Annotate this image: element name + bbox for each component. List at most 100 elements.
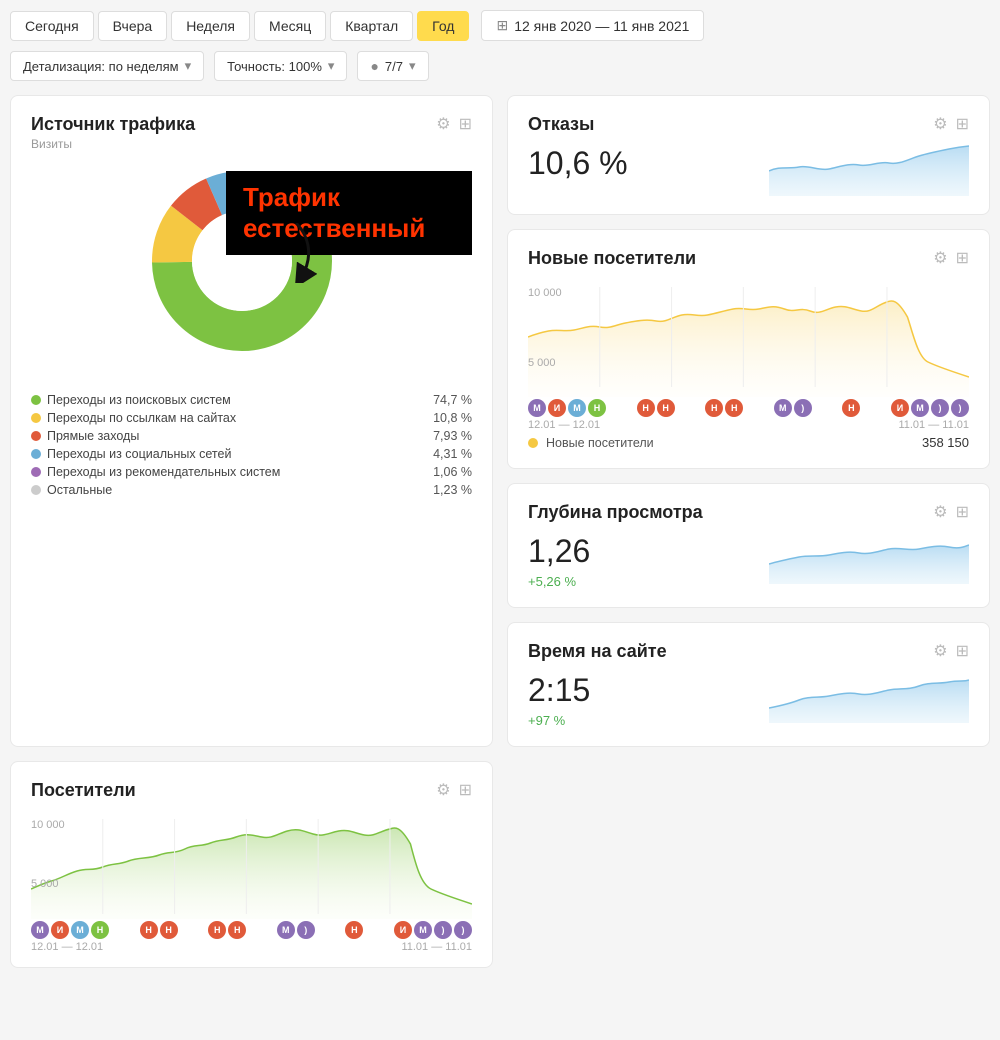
event-h3: Н	[705, 399, 723, 417]
event-m1: М	[528, 399, 546, 417]
v-event-h1: Н	[140, 921, 158, 939]
legend-dot-direct	[31, 431, 41, 441]
nav-week[interactable]: Неделя	[171, 11, 250, 41]
visitors-grid-icon[interactable]: ⊞	[459, 780, 472, 800]
traffic-title: Источник трафика	[31, 114, 195, 135]
nv-date-end: 11.01 — 11.01	[898, 419, 969, 431]
v-date-end: 11.01 — 11.01	[401, 941, 472, 953]
time-gear-icon[interactable]: ⚙	[933, 641, 947, 661]
legend-dot-other	[31, 485, 41, 495]
nv-date-labels: 12.01 — 12.01 11.01 — 11.01	[528, 419, 969, 431]
v-event-m5: М	[414, 921, 432, 939]
bounce-card-header: Отказы ⚙ ⊞	[528, 114, 969, 135]
nv-event-markers: М И М Н Н Н Н Н М )	[528, 399, 969, 417]
event-m4: )	[794, 399, 812, 417]
v-event-h4: Н	[228, 921, 246, 939]
v-y-mid: 5 000	[31, 878, 59, 890]
bounce-gear-icon[interactable]: ⚙	[933, 114, 947, 134]
segments-select[interactable]: ● 7/7 ▾	[357, 51, 428, 81]
visitors-card: Посетители ⚙ ⊞ 10 000 5 000	[10, 761, 493, 968]
nv-y-max: 10 000	[528, 287, 562, 299]
nav-quarter[interactable]: Квартал	[330, 11, 413, 41]
bounce-rate-card: Отказы ⚙ ⊞ 10,6 %	[507, 95, 990, 215]
legend-value-links: 10,8 %	[432, 411, 472, 425]
event-m2: М	[568, 399, 586, 417]
v-event-h5: Н	[345, 921, 363, 939]
legend-value-other: 1,23 %	[432, 483, 472, 497]
event-h4: Н	[725, 399, 743, 417]
visitors-gear-icon[interactable]: ⚙	[436, 780, 450, 800]
nv-date-start: 12.01 — 12.01	[528, 419, 600, 431]
nav-today[interactable]: Сегодня	[10, 11, 94, 41]
nv-legend-label: Новые посетители	[546, 436, 654, 450]
v-event-i2: И	[394, 921, 412, 939]
v-event-h3: Н	[208, 921, 226, 939]
legend-item-3: Переходы из социальных сетей 4,31 %	[31, 445, 472, 463]
depth-gear-icon[interactable]: ⚙	[933, 502, 947, 522]
legend-dot-recommend	[31, 467, 41, 477]
depth-grid-icon[interactable]: ⊞	[956, 502, 969, 522]
visitors-header: Посетители ⚙ ⊞	[31, 780, 472, 801]
new-visitors-chart	[528, 287, 969, 397]
new-visitors-footer: Новые посетители 358 150	[528, 435, 969, 450]
controls-row: Детализация: по неделям ▾ Точность: 100%…	[10, 51, 990, 81]
bounce-chart	[769, 141, 969, 196]
grid-icon[interactable]: ⊞	[459, 114, 472, 134]
new-visitors-title: Новые посетители	[528, 248, 696, 269]
depth-card: Глубина просмотра ⚙ ⊞ 1,26 +5,26 %	[507, 483, 990, 608]
depth-title: Глубина просмотра	[528, 502, 703, 523]
annotation-container: Трафик естественный	[226, 171, 472, 255]
v-event-m1: М	[31, 921, 49, 939]
bounce-title: Отказы	[528, 114, 594, 135]
v-event-m4: )	[297, 921, 315, 939]
legend-value-recommend: 1,06 %	[432, 465, 472, 479]
detail-select[interactable]: Детализация: по неделям ▾	[10, 51, 204, 81]
segments-label: 7/7	[385, 59, 403, 74]
event-n1: Н	[588, 399, 606, 417]
nv-legend-value: 358 150	[922, 435, 969, 450]
event-i1: И	[548, 399, 566, 417]
time-title: Время на сайте	[528, 641, 667, 662]
legend-dot-social	[31, 449, 41, 459]
legend-item-4: Переходы из рекомендательных систем 1,06…	[31, 463, 472, 481]
v-event-m7: )	[454, 921, 472, 939]
legend-value-social: 4,31 %	[432, 447, 472, 461]
depth-change: +5,26 %	[528, 574, 590, 589]
date-range-text: 12 янв 2020 — 11 янв 2021	[514, 18, 689, 34]
depth-header: Глубина просмотра ⚙ ⊞	[528, 502, 969, 523]
legend-item-1: Переходы по ссылкам на сайтах 10,8 %	[31, 409, 472, 427]
legend-label-social: Переходы из социальных сетей	[47, 447, 231, 461]
legend-item-0: Переходы из поисковых систем 74,7 %	[31, 391, 472, 409]
time-grid-icon[interactable]: ⊞	[956, 641, 969, 661]
nv-legend-dot	[528, 438, 538, 448]
nav-month[interactable]: Месяц	[254, 11, 326, 41]
date-range-selector[interactable]: ⊞ 12 янв 2020 — 11 янв 2021	[481, 10, 704, 41]
new-visitors-gear-icon[interactable]: ⚙	[933, 248, 947, 268]
traffic-legend: Переходы из поисковых систем 74,7 % Пере…	[31, 391, 472, 499]
new-visitors-grid-icon[interactable]: ⊞	[956, 248, 969, 268]
calendar-icon: ⊞	[496, 17, 508, 34]
v-date-start: 12.01 — 12.01	[31, 941, 103, 953]
bounce-value: 10,6 %	[528, 145, 628, 182]
v-event-m3: М	[277, 921, 295, 939]
v-event-i1: И	[51, 921, 69, 939]
gear-icon[interactable]: ⚙	[436, 114, 450, 134]
event-m7: )	[951, 399, 969, 417]
v-y-max: 10 000	[31, 819, 65, 831]
v-event-h2: Н	[160, 921, 178, 939]
new-visitors-card: Новые посетители ⚙ ⊞ 10 000 5 000	[507, 229, 990, 469]
nav-year[interactable]: Год	[417, 11, 469, 41]
nav-yesterday[interactable]: Вчера	[98, 11, 168, 41]
right-column: Отказы ⚙ ⊞ 10,6 %	[507, 95, 990, 747]
top-navigation: Сегодня Вчера Неделя Месяц Квартал Год ⊞…	[10, 10, 990, 41]
time-on-site-card: Время на сайте ⚙ ⊞ 2:15 +97 %	[507, 622, 990, 747]
v-date-labels: 12.01 — 12.01 11.01 — 11.01	[31, 941, 472, 953]
visitors-title: Посетители	[31, 780, 136, 801]
legend-label-direct: Прямые заходы	[47, 429, 139, 443]
accuracy-select[interactable]: Точность: 100% ▾	[214, 51, 347, 81]
v-event-m2: М	[71, 921, 89, 939]
legend-label-search: Переходы из поисковых систем	[47, 393, 231, 407]
event-h2: Н	[657, 399, 675, 417]
legend-value-direct: 7,93 %	[432, 429, 472, 443]
bounce-grid-icon[interactable]: ⊞	[956, 114, 969, 134]
